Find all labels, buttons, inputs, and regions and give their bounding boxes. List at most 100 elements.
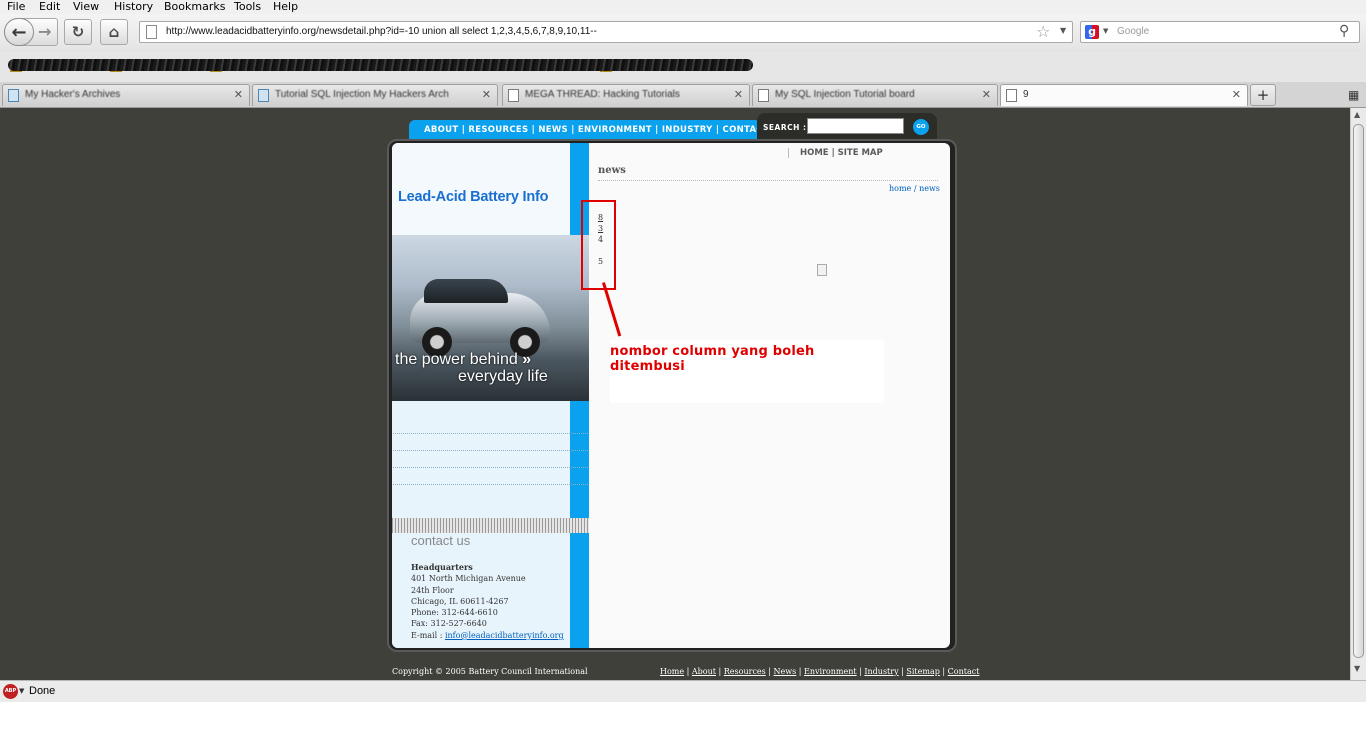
site-top-nav[interactable]: ABOUT | RESOURCES | NEWS | ENVIRONMENT |… <box>409 120 769 141</box>
broken-image-icon <box>817 264 827 276</box>
hq-line: Fax: 312-527-6640 <box>411 619 487 629</box>
footer-link-contact[interactable]: Contact <box>948 667 980 676</box>
tab-4[interactable]: My SQL Injection Tutorial board ✕ <box>752 84 998 106</box>
sidebar-divider <box>392 450 588 451</box>
annotation-text: nombor column yang boleh ditembusi <box>610 344 815 374</box>
back-button[interactable]: ← <box>4 18 34 46</box>
footer-link-environment[interactable]: Environment <box>804 667 857 676</box>
copyright: Copyright © 2005 Battery Council Interna… <box>392 667 588 676</box>
site-logo[interactable]: Lead-Acid Battery Info <box>398 189 548 205</box>
hq-line: Phone: 312-644-6610 <box>411 608 498 618</box>
striped-divider <box>392 518 589 533</box>
home-icon: ⌂ <box>108 23 120 41</box>
footer-link-news[interactable]: News <box>774 667 797 676</box>
tab-label: Tutorial SQL Injection My Hackers Arch <box>275 89 449 100</box>
footer-link-sitemap[interactable]: Sitemap <box>906 667 939 676</box>
vertical-scrollbar[interactable]: ▲ ▼ <box>1350 108 1366 680</box>
tab-page-icon <box>758 89 769 102</box>
scrollbar-thumb[interactable] <box>1353 124 1364 658</box>
footer-links: Home | About | Resources | News | Enviro… <box>660 667 980 676</box>
navigation-toolbar: ← → ↻ ⌂ http://www.leadacidbatteryinfo.o… <box>0 14 1366 52</box>
site-search-go-button[interactable]: GO <box>913 119 929 135</box>
site-search-box: SEARCH : GO <box>757 113 937 141</box>
tab-page-icon <box>508 89 519 102</box>
hq-line: Chicago, IL 60611-4267 <box>411 596 509 606</box>
reload-button[interactable]: ↻ <box>64 19 92 45</box>
adblock-icon[interactable]: ABP <box>3 684 18 699</box>
home-sitemap-links[interactable]: HOME | SITE MAP <box>788 148 883 158</box>
menu-tools[interactable]: Tools <box>234 0 261 13</box>
menu-edit[interactable]: Edit <box>39 0 60 13</box>
url-text[interactable]: http://www.leadacidbatteryinfo.org/newsd… <box>166 26 597 37</box>
forward-button[interactable]: → <box>38 22 51 41</box>
site-search-input[interactable] <box>807 118 904 134</box>
menu-bookmarks[interactable]: Bookmarks <box>164 0 225 13</box>
bookmark-star-icon[interactable]: ☆ <box>1036 22 1050 41</box>
tab-image-icon <box>8 89 19 102</box>
menu-help[interactable]: Help <box>273 0 298 13</box>
menu-bar: File Edit View History Bookmarks Tools H… <box>0 0 1366 14</box>
tab-close-icon[interactable]: ✕ <box>1232 88 1241 101</box>
tab-label: My Hacker's Archives <box>25 89 121 100</box>
url-dropdown-icon[interactable]: ▼ <box>1060 26 1066 35</box>
tab-label: My SQL Injection Tutorial board <box>775 89 915 100</box>
tab-close-icon[interactable]: ✕ <box>982 88 991 101</box>
car-window <box>424 279 508 303</box>
tab-close-icon[interactable]: ✕ <box>482 88 491 101</box>
menu-file[interactable]: File <box>7 0 25 13</box>
tab-bar: My Hacker's Archives ✕ Tutorial SQL Inje… <box>0 82 1366 108</box>
back-arrow-icon: ← <box>11 21 27 43</box>
breadcrumb[interactable]: home / news <box>889 184 940 193</box>
sidebar-divider <box>392 484 588 485</box>
footer-link-resources[interactable]: Resources <box>724 667 766 676</box>
menu-view[interactable]: View <box>73 0 99 13</box>
annotation-highlight-box <box>581 200 616 290</box>
redaction-scribble <box>8 59 753 71</box>
tagline-line-1: the power behind » <box>395 351 532 368</box>
tab-2[interactable]: Tutorial SQL Injection My Hackers Arch ✕ <box>252 84 498 106</box>
hq-email-row: E-mail : info@leadacidbatteryinfo.org <box>411 630 564 641</box>
status-bar: ABP ▼ Done <box>0 680 1366 702</box>
tab-label: MEGA THREAD: Hacking Tutorials <box>525 89 680 100</box>
site-logo-area: Lead-Acid Battery Info <box>392 143 570 235</box>
footer-link-about[interactable]: About <box>692 667 716 676</box>
news-heading: news <box>598 165 626 176</box>
page-icon <box>146 25 157 39</box>
tab-close-icon[interactable]: ✕ <box>234 88 243 101</box>
google-icon[interactable]: g <box>1085 25 1099 39</box>
menu-history[interactable]: History <box>114 0 153 13</box>
new-tab-button[interactable]: + <box>1250 84 1276 106</box>
magnifier-icon[interactable]: ⚲ <box>1339 23 1349 39</box>
contact-heading: contact us <box>411 533 471 548</box>
footer-link-home[interactable]: Home <box>660 667 684 676</box>
hq-line: 24th Floor <box>411 585 454 595</box>
tab-3[interactable]: MEGA THREAD: Hacking Tutorials ✕ <box>502 84 750 106</box>
sidebar-divider <box>392 467 588 468</box>
scroll-up-icon[interactable]: ▲ <box>1354 110 1360 119</box>
tab-label: 9 <box>1023 89 1029 100</box>
hq-line: 401 North Michigan Avenue <box>411 574 526 584</box>
reload-icon: ↻ <box>71 23 85 41</box>
adblock-dropdown-icon[interactable]: ▼ <box>19 687 24 695</box>
tab-close-icon[interactable]: ✕ <box>734 88 743 101</box>
bookmarks-toolbar <box>0 52 1366 82</box>
annotation-note: nombor column yang boleh ditembusi <box>610 340 884 403</box>
tab-list-icon[interactable]: ▦ <box>1348 88 1359 102</box>
home-button[interactable]: ⌂ <box>100 19 128 45</box>
tagline-line-2: everyday life <box>458 368 548 385</box>
address-bar[interactable]: http://www.leadacidbatteryinfo.org/newsd… <box>139 21 1073 43</box>
search-engine-dropdown-icon[interactable]: ▼ <box>1103 27 1108 35</box>
search-placeholder[interactable]: Google <box>1117 26 1149 37</box>
hq-title: Headquarters <box>411 562 473 572</box>
email-label: E-mail : <box>411 630 445 640</box>
sidebar-divider <box>392 433 588 434</box>
footer-link-industry[interactable]: Industry <box>864 667 898 676</box>
back-forward-group: ← → <box>4 18 58 46</box>
tab-active[interactable]: 9 ✕ <box>1000 84 1248 106</box>
tab-1[interactable]: My Hacker's Archives ✕ <box>2 84 250 106</box>
news-divider <box>598 180 938 181</box>
search-bar[interactable]: g ▼ Google ⚲ <box>1080 21 1360 43</box>
scroll-down-icon[interactable]: ▼ <box>1354 664 1360 673</box>
email-link[interactable]: info@leadacidbatteryinfo.org <box>445 631 564 640</box>
forward-arrow-icon: → <box>38 22 52 41</box>
